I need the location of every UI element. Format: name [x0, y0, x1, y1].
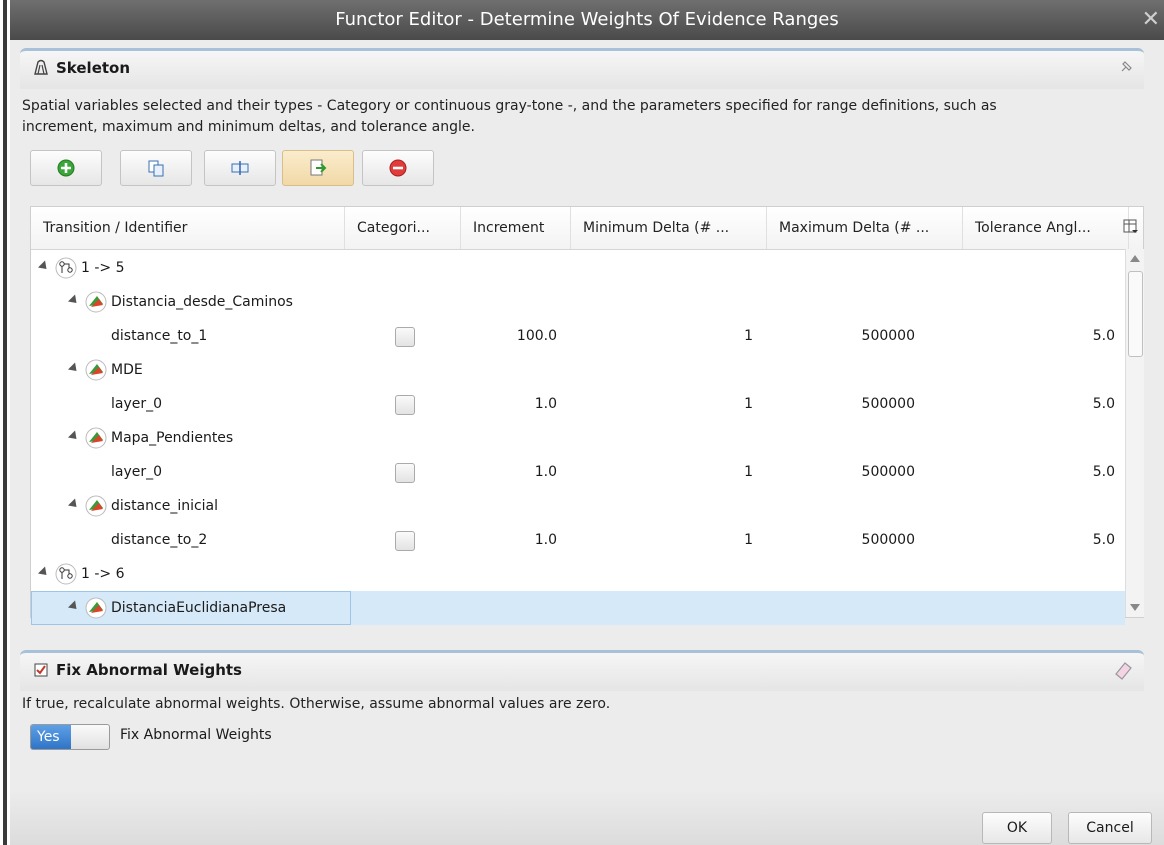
transition-icon [55, 257, 77, 279]
eraser-icon[interactable] [1112, 659, 1134, 681]
table-row[interactable]: 1 -> 6 [31, 557, 1125, 591]
categorical-checkbox[interactable] [395, 531, 415, 551]
layer-label: distance_to_1 [111, 328, 208, 344]
export-icon [310, 159, 327, 176]
vertical-scrollbar[interactable] [1125, 249, 1144, 617]
categorical-checkbox[interactable] [395, 463, 415, 483]
checked-box-icon[interactable] [34, 663, 48, 677]
fix-abnormal-title: Fix Abnormal Weights [56, 661, 242, 679]
layer-label: layer_0 [111, 396, 163, 412]
fix-abnormal-section-header: Fix Abnormal Weights [20, 650, 1144, 691]
variable-label: Distancia_desde_Caminos [111, 294, 293, 310]
increment-value[interactable]: 1.0 [461, 455, 557, 489]
table-row[interactable]: layer_0 1.0 1 500000 5.0 [31, 455, 1125, 489]
fix-abnormal-description: If true, recalculate abnormal weights. O… [22, 696, 611, 712]
max-delta-value[interactable]: 500000 [767, 455, 915, 489]
min-delta-value[interactable]: 1 [571, 319, 753, 353]
table-row[interactable]: Distancia_desde_Caminos [31, 285, 1125, 319]
tolerance-value[interactable]: 5.0 [963, 523, 1115, 557]
min-delta-value[interactable]: 1 [571, 455, 753, 489]
table-header: Transition / Identifier Categori... Incr… [31, 207, 1143, 250]
scroll-thumb[interactable] [1128, 271, 1143, 357]
export-button[interactable] [282, 150, 354, 186]
max-delta-value[interactable]: 500000 [767, 523, 915, 557]
ranges-table: Transition / Identifier Categori... Incr… [30, 206, 1144, 625]
layer-label: distance_to_2 [111, 532, 208, 548]
col-maximum-delta[interactable]: Maximum Delta (# ... [767, 207, 963, 249]
cancel-button[interactable]: Cancel [1068, 812, 1152, 844]
min-delta-value[interactable]: 1 [571, 523, 753, 557]
expand-icon[interactable] [37, 566, 51, 579]
max-delta-value[interactable]: 500000 [767, 319, 915, 353]
window-title: Functor Editor - Determine Weights Of Ev… [335, 9, 839, 30]
toggle-label: Fix Abnormal Weights [120, 727, 272, 743]
column-chooser-icon[interactable] [1123, 219, 1139, 235]
table-row[interactable]: layer_0 1.0 1 500000 5.0 [31, 387, 1125, 421]
table-row[interactable]: distance_inicial [31, 489, 1125, 523]
skeleton-title: Skeleton [56, 59, 131, 77]
ok-button[interactable]: OK [982, 812, 1052, 844]
transition-label: 1 -> 6 [81, 566, 125, 582]
table-row[interactable]: MDE [31, 353, 1125, 387]
skeleton-icon [34, 59, 48, 75]
variable-label: DistanciaEuclidianaPresa [111, 600, 287, 616]
expand-icon[interactable] [67, 294, 81, 307]
map-layer-icon [85, 359, 107, 381]
remove-button[interactable] [362, 150, 434, 186]
expand-icon[interactable] [37, 260, 51, 273]
toggle-value: Yes [31, 725, 71, 749]
tolerance-value[interactable]: 5.0 [963, 319, 1115, 353]
col-transition-identifier[interactable]: Transition / Identifier [31, 207, 345, 249]
min-delta-value[interactable]: 1 [571, 387, 753, 421]
close-icon[interactable]: ✕ [1142, 0, 1160, 40]
variable-label: Mapa_Pendientes [111, 430, 234, 446]
dialog-footer: OK Cancel [10, 790, 1164, 845]
tolerance-value[interactable]: 5.0 [963, 455, 1115, 489]
col-tolerance-angle[interactable]: Tolerance Angl... [963, 207, 1129, 249]
fix-abnormal-toggle[interactable]: Yes [30, 724, 110, 750]
variable-label: distance_inicial [111, 498, 219, 514]
table-row[interactable]: distance_to_1 100.0 1 500000 5.0 [31, 319, 1125, 353]
col-minimum-delta[interactable]: Minimum Delta (# ... [571, 207, 767, 249]
map-layer-icon [85, 291, 107, 313]
expand-icon[interactable] [67, 362, 81, 375]
copy-button[interactable] [120, 150, 192, 186]
pin-icon[interactable] [1120, 59, 1134, 73]
skeleton-description: Spatial variables selected and their typ… [22, 98, 997, 135]
copy-icon [148, 160, 164, 177]
expand-icon[interactable] [67, 430, 81, 443]
scroll-down-icon[interactable] [1130, 604, 1140, 611]
transition-label: 1 -> 5 [81, 260, 125, 276]
tolerance-value[interactable]: 5.0 [963, 387, 1115, 421]
increment-value[interactable]: 1.0 [461, 387, 557, 421]
increment-value[interactable]: 1.0 [461, 523, 557, 557]
transition-icon [55, 563, 77, 585]
add-button[interactable] [30, 150, 102, 186]
scroll-up-icon[interactable] [1130, 255, 1140, 262]
title-bar: Functor Editor - Determine Weights Of Ev… [10, 0, 1164, 40]
table-row[interactable]: DistanciaEuclidianaPresa [31, 591, 1125, 625]
functor-editor-window: Functor Editor - Determine Weights Of Ev… [10, 0, 1164, 845]
map-layer-icon [85, 427, 107, 449]
add-icon [57, 159, 75, 177]
left-edge [0, 0, 10, 845]
col-increment[interactable]: Increment [461, 207, 571, 249]
table-row[interactable]: 1 -> 5 [31, 251, 1125, 285]
skeleton-section-header: Skeleton [20, 48, 1144, 89]
remove-icon [389, 159, 407, 177]
expand-icon[interactable] [67, 498, 81, 511]
col-categorical[interactable]: Categori... [345, 207, 461, 249]
increment-value[interactable]: 100.0 [461, 319, 557, 353]
table-row[interactable]: distance_to_2 1.0 1 500000 5.0 [31, 523, 1125, 557]
categorical-checkbox[interactable] [395, 395, 415, 415]
edit-icon [231, 161, 249, 175]
categorical-checkbox[interactable] [395, 327, 415, 347]
map-layer-icon [85, 495, 107, 517]
map-layer-icon [85, 597, 107, 619]
table-row[interactable]: Mapa_Pendientes [31, 421, 1125, 455]
variable-label: MDE [111, 362, 143, 378]
edit-button[interactable] [204, 150, 276, 186]
layer-label: layer_0 [111, 464, 163, 480]
max-delta-value[interactable]: 500000 [767, 387, 915, 421]
